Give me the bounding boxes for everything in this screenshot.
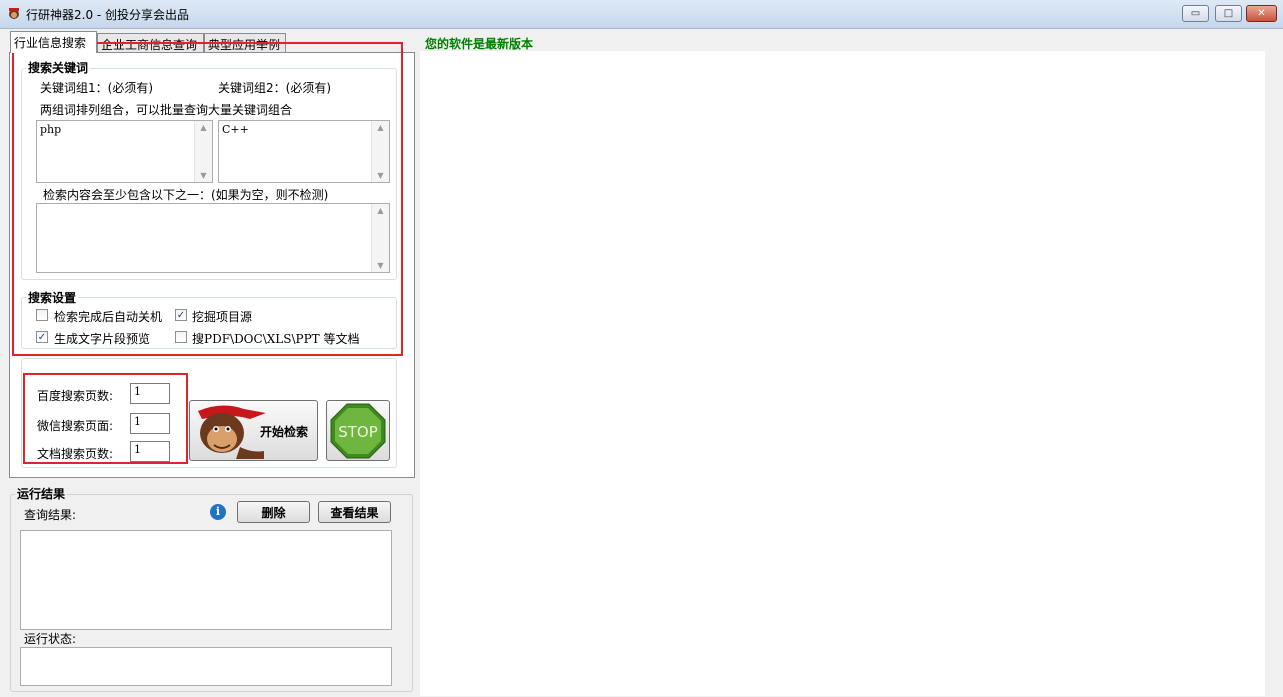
window-title: 行研神器2.0 - 创投分享会出品: [26, 8, 190, 22]
start-search-label: 开始检索: [260, 425, 309, 439]
tab-industry-search[interactable]: 行业信息搜索: [10, 31, 97, 53]
minimize-button[interactable]: ▭: [1182, 5, 1209, 22]
query-result-list[interactable]: [20, 530, 392, 630]
version-status-text: 您的软件是最新版本: [425, 37, 534, 51]
run-status-label: 运行状态:: [24, 632, 77, 646]
info-icon[interactable]: i: [210, 504, 226, 520]
highlight-box-pages: [23, 373, 188, 464]
stop-button[interactable]: STOP: [326, 400, 390, 461]
results-group-title: 运行结果: [15, 485, 68, 502]
delete-button[interactable]: 删除: [237, 501, 310, 523]
highlight-box-keywords: [12, 42, 403, 356]
run-status-box[interactable]: [20, 647, 392, 686]
start-search-button[interactable]: 开始检索: [189, 400, 318, 461]
app-monkey-icon: [9, 8, 19, 19]
view-results-button[interactable]: 查看结果: [318, 501, 391, 523]
stop-label: STOP: [338, 423, 378, 441]
maximize-button[interactable]: □: [1215, 5, 1242, 22]
title-bar: [0, 0, 1283, 29]
close-button[interactable]: ✕: [1246, 5, 1277, 22]
monkey-icon: [198, 405, 266, 459]
browser-panel[interactable]: [420, 51, 1265, 696]
query-result-label: 查询结果:: [24, 508, 77, 522]
